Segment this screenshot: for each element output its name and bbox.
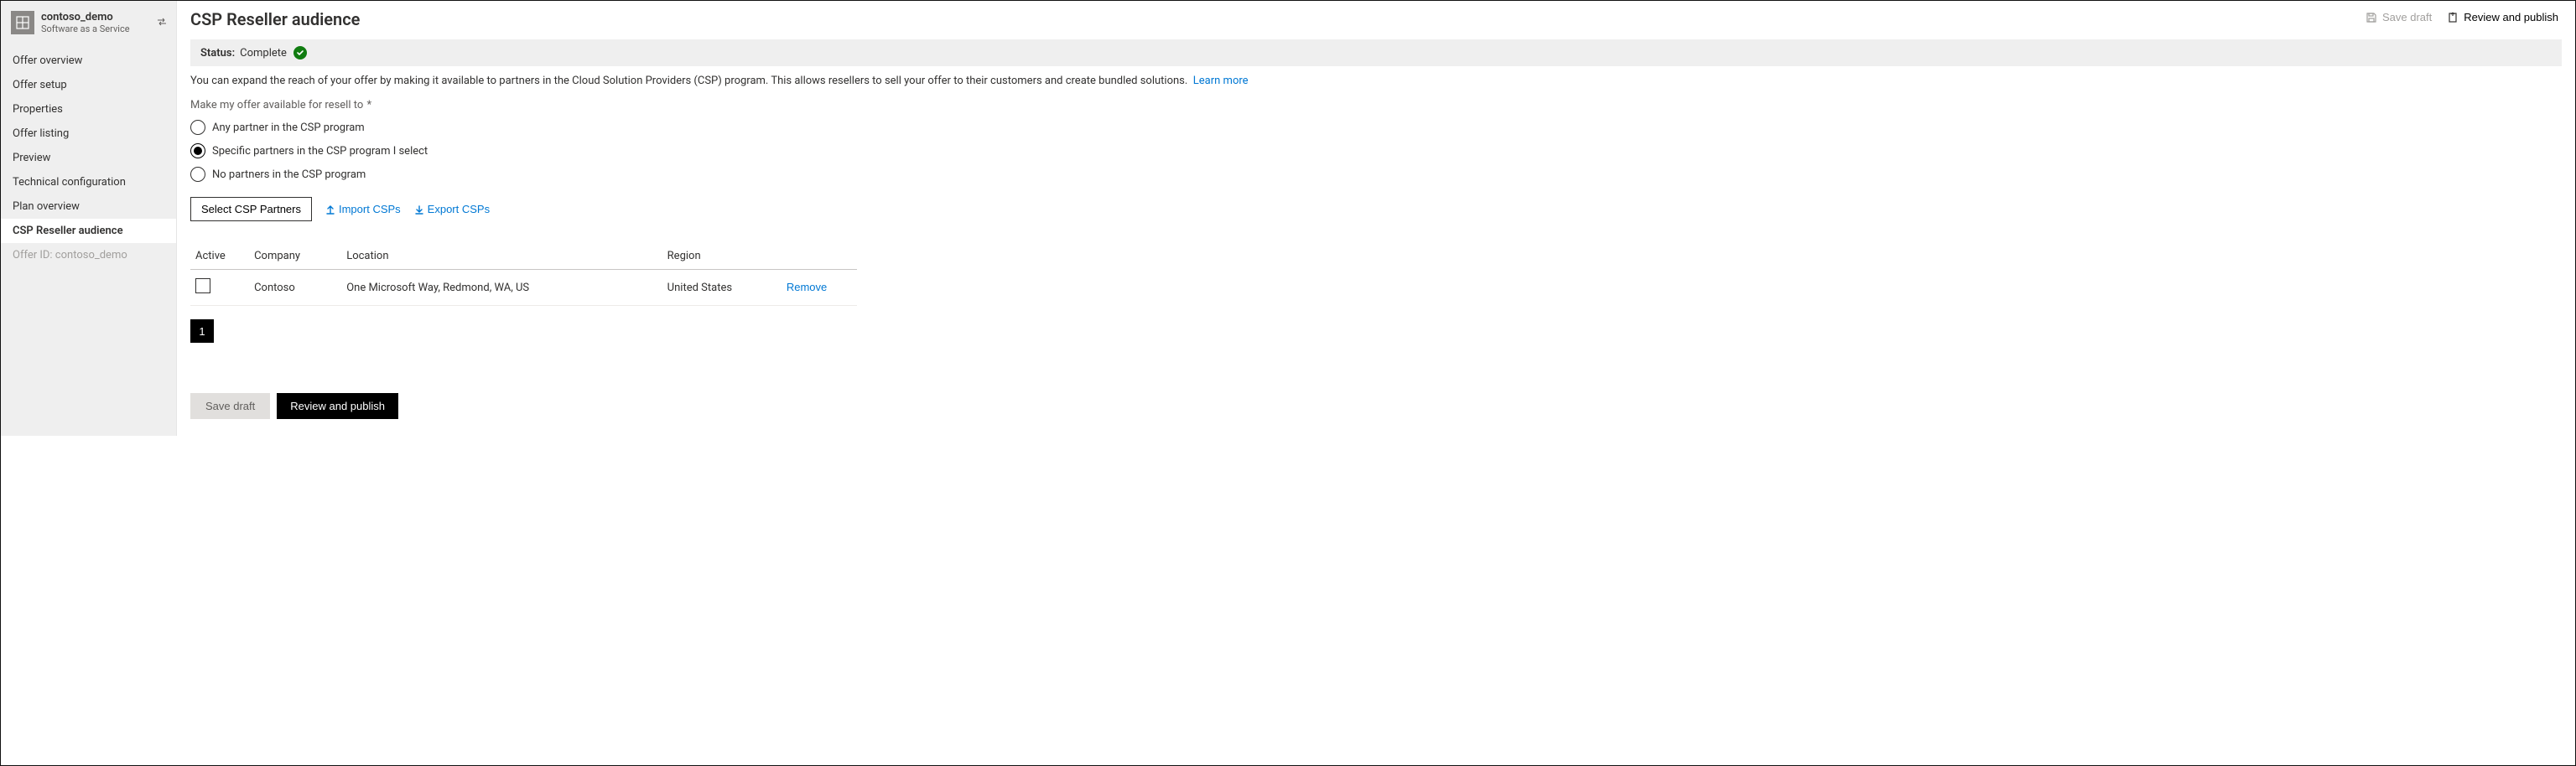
offer-type-icon [11, 11, 34, 34]
col-header-company: Company [249, 243, 341, 270]
row-remove-button[interactable]: Remove [787, 281, 827, 293]
sidebar-item-plan-overview[interactable]: Plan overview [1, 194, 176, 219]
sidebar-item-offer-setup[interactable]: Offer setup [1, 73, 176, 97]
status-value: Complete [240, 47, 287, 60]
select-csp-partners-button[interactable]: Select CSP Partners [190, 197, 312, 221]
save-icon [2366, 12, 2377, 23]
publish-icon [2447, 12, 2459, 23]
col-header-location: Location [341, 243, 662, 270]
header-actions: Save draft Review and publish [2366, 9, 2558, 23]
export-csps-label: Export CSPs [428, 203, 490, 215]
sidebar-item-offer-listing[interactable]: Offer listing [1, 122, 176, 146]
upload-icon [325, 204, 335, 215]
pager: 1 [190, 319, 2562, 343]
radio-specific-partners-label: Specific partners in the CSP program I s… [212, 145, 428, 158]
header-save-draft-label: Save draft [2382, 11, 2432, 23]
row-location: One Microsoft Way, Redmond, WA, US [341, 270, 662, 306]
header-review-publish-label: Review and publish [2464, 11, 2558, 23]
sidebar-title-block: contoso_demo Software as a Service [41, 11, 130, 35]
footer-actions: Save draft Review and publish [190, 393, 2562, 419]
radio-any-partner[interactable]: Any partner in the CSP program [190, 120, 2562, 135]
footer-save-draft-button: Save draft [190, 393, 270, 419]
table-row: Contoso One Microsoft Way, Redmond, WA, … [190, 270, 857, 306]
radio-any-partner-label: Any partner in the CSP program [212, 122, 365, 134]
page-title: CSP Reseller audience [190, 9, 360, 29]
radio-icon [190, 143, 205, 158]
header-review-publish-button[interactable]: Review and publish [2447, 11, 2558, 23]
page-1-button[interactable]: 1 [190, 319, 214, 343]
main-header: CSP Reseller audience Save draft [177, 1, 2575, 34]
sidebar-offer-id: Offer ID: contoso_demo [1, 243, 176, 267]
sidebar-item-preview[interactable]: Preview [1, 146, 176, 170]
col-header-action [782, 243, 857, 270]
required-indicator: * [364, 99, 371, 111]
header-save-draft-button: Save draft [2366, 11, 2432, 23]
resell-radio-group: Any partner in the CSP program Specific … [190, 120, 2562, 182]
import-csps-button[interactable]: Import CSPs [325, 203, 401, 215]
status-complete-icon [293, 46, 307, 60]
radio-icon [190, 120, 205, 135]
footer-review-publish-button[interactable]: Review and publish [277, 393, 398, 419]
col-header-active: Active [190, 243, 249, 270]
row-active-checkbox[interactable] [195, 278, 210, 293]
sidebar-item-properties[interactable]: Properties [1, 97, 176, 122]
sidebar: contoso_demo Software as a Service Offer… [1, 1, 177, 436]
transfer-icon[interactable] [156, 16, 168, 28]
radio-no-partners[interactable]: No partners in the CSP program [190, 167, 2562, 182]
main-content: CSP Reseller audience Save draft [177, 1, 2575, 436]
radio-specific-partners[interactable]: Specific partners in the CSP program I s… [190, 143, 2562, 158]
partners-table-wrap: Active Company Location Region Contoso O… [190, 243, 857, 306]
partner-action-row: Select CSP Partners Import CSPs [190, 197, 2562, 221]
sidebar-header: contoso_demo Software as a Service [1, 6, 176, 44]
partners-table: Active Company Location Region Contoso O… [190, 243, 857, 306]
description-body: You can expand the reach of your offer b… [190, 75, 1187, 87]
description-text: You can expand the reach of your offer b… [190, 75, 2562, 87]
learn-more-link[interactable]: Learn more [1193, 75, 1249, 87]
export-csps-button[interactable]: Export CSPs [414, 203, 490, 215]
sidebar-offer-subtype: Software as a Service [41, 23, 130, 35]
status-label: Status: [200, 47, 235, 60]
radio-icon [190, 167, 205, 182]
sidebar-item-offer-overview[interactable]: Offer overview [1, 49, 176, 73]
row-region: United States [662, 270, 782, 306]
resell-field-label: Make my offer available for resell to * [190, 99, 2562, 111]
content-body: You can expand the reach of your offer b… [177, 75, 2575, 436]
import-csps-label: Import CSPs [339, 203, 401, 215]
col-header-region: Region [662, 243, 782, 270]
status-bar: Status: Complete [190, 39, 2562, 66]
sidebar-offer-title: contoso_demo [41, 11, 130, 23]
sidebar-item-csp-reseller-audience[interactable]: CSP Reseller audience [1, 219, 176, 243]
sidebar-nav: Offer overview Offer setup Properties Of… [1, 49, 176, 267]
radio-no-partners-label: No partners in the CSP program [212, 168, 366, 181]
sidebar-item-technical-configuration[interactable]: Technical configuration [1, 170, 176, 194]
download-icon [414, 204, 424, 215]
row-company: Contoso [249, 270, 341, 306]
